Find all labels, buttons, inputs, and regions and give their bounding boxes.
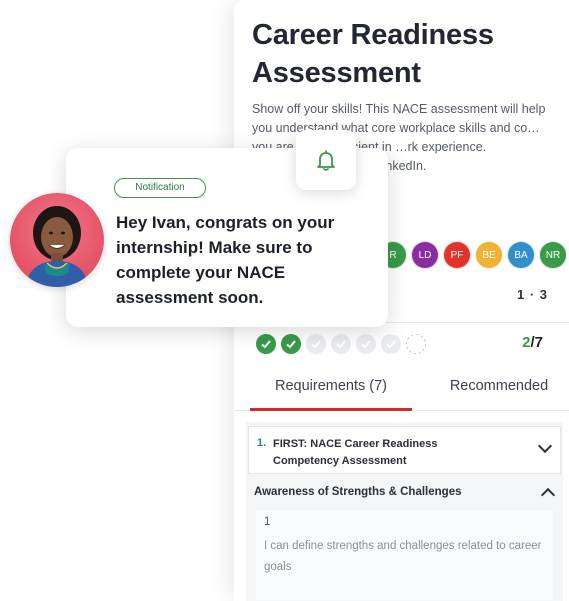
score-display: 1 · 3 xyxy=(517,287,549,302)
check-icon xyxy=(361,340,371,349)
check-icon xyxy=(261,340,271,349)
competency-badge[interactable]: NR xyxy=(539,241,567,269)
competency-badge[interactable]: PF xyxy=(443,241,471,269)
notification-message: Hey Ivan, congrats on your internship! M… xyxy=(116,213,335,307)
notification-card[interactable]: Notification Hey Ivan, congrats on your … xyxy=(66,130,388,327)
pending-step xyxy=(306,334,326,354)
competency-badge[interactable]: BA xyxy=(507,241,535,269)
competency-badges: R LD PF BE BA NR xyxy=(379,241,567,269)
check-icon xyxy=(286,340,296,349)
section-title: Awareness of Strengths & Challenges xyxy=(254,486,462,498)
pending-step xyxy=(356,334,376,354)
bell-button[interactable] xyxy=(296,130,356,190)
requirement-item[interactable]: 1. FIRST: NACE Career Readiness Competen… xyxy=(248,426,561,474)
competency-badge[interactable]: BE xyxy=(475,241,503,269)
tab-recommended[interactable]: Recommended xyxy=(434,372,564,408)
requirement-title: FIRST: NACE Career Readiness Competency … xyxy=(273,438,438,467)
question-number: 1 xyxy=(264,516,271,528)
requirement-number: 1. xyxy=(257,437,267,449)
avatar xyxy=(10,193,104,287)
empty-step xyxy=(406,334,426,354)
completed-step xyxy=(281,334,301,354)
bell-icon xyxy=(317,150,335,171)
check-icon xyxy=(386,340,396,349)
question-block: 1 I can define strengths and challenges … xyxy=(256,510,553,600)
competency-badge[interactable]: LD xyxy=(411,241,439,269)
pending-step xyxy=(331,334,351,354)
notification-badge: Notification xyxy=(114,178,206,198)
progress-count: 2/7 xyxy=(522,334,543,351)
chevron-up-icon[interactable] xyxy=(540,487,556,503)
progress-tracker: 2/7 xyxy=(256,332,549,356)
completed-step xyxy=(256,334,276,354)
check-icon xyxy=(336,340,346,349)
question-text: I can define strengths and challenges re… xyxy=(264,540,542,573)
chevron-down-icon[interactable] xyxy=(537,438,553,454)
person-photo xyxy=(10,193,104,287)
pending-step xyxy=(381,334,401,354)
assessment-title: Career Readiness Assessment xyxy=(252,19,494,89)
requirements-list: 1. FIRST: NACE Career Readiness Competen… xyxy=(246,422,563,601)
check-icon xyxy=(311,340,321,349)
tab-requirements[interactable]: Requirements (7) xyxy=(250,372,412,411)
tab-bar: Requirements (7) Recommended xyxy=(234,372,569,411)
